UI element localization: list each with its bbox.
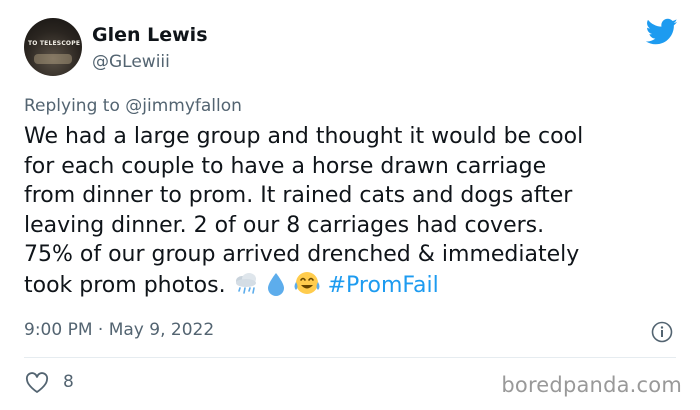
tweet-line: 75% of our group arrived drenched & imme… [24,242,580,267]
heart-icon[interactable] [25,372,49,394]
tweet-line: from dinner to prom. It rained cats and … [24,183,573,208]
hashtag-link[interactable]: #PromFail [328,273,439,298]
divider [24,357,676,358]
cloud-with-rain-icon [235,272,256,294]
tweet-last-line-text: took prom photos. [24,272,226,298]
tears-of-joy-icon [294,271,320,294]
replying-to-line: Replying to @jimmyfallon [24,96,242,116]
watermark: boredpanda.com [501,373,682,397]
replying-to-prefix: Replying to [24,96,120,116]
info-icon[interactable] [651,321,673,343]
tweet-line: leaving dinner. 2 of our 8 carriages had… [24,212,545,238]
timestamp-separator: · [97,320,104,340]
twitter-bird-icon[interactable] [646,18,678,46]
tweet-time: 9:00 PM [24,320,93,340]
tweet-line: We had a large group and thought it woul… [24,124,584,149]
avatar[interactable]: TO TELESCOPE [24,18,82,76]
tweet-card: TO TELESCOPE Glen Lewis @GLewiii Replyin… [0,0,700,410]
author-display-name[interactable]: Glen Lewis [92,24,208,46]
like-count: 8 [63,372,74,392]
avatar-sign-text: TO TELESCOPE [28,40,81,47]
tweet-line: for each couple to have a horse drawn ca… [24,153,547,179]
tweet-text: We had a large group and thought it woul… [24,122,684,300]
droplet-icon [267,272,284,296]
avatar-glow [34,54,72,64]
tweet-date: May 9, 2022 [108,320,215,340]
reply-target-link[interactable]: @jimmyfallon [125,96,242,116]
tweet-last-line: took prom photos. #PromFail [24,270,684,301]
tweet-timestamp[interactable]: 9:00 PM · May 9, 2022 [24,320,214,340]
author-handle[interactable]: @GLewiii [92,52,170,72]
